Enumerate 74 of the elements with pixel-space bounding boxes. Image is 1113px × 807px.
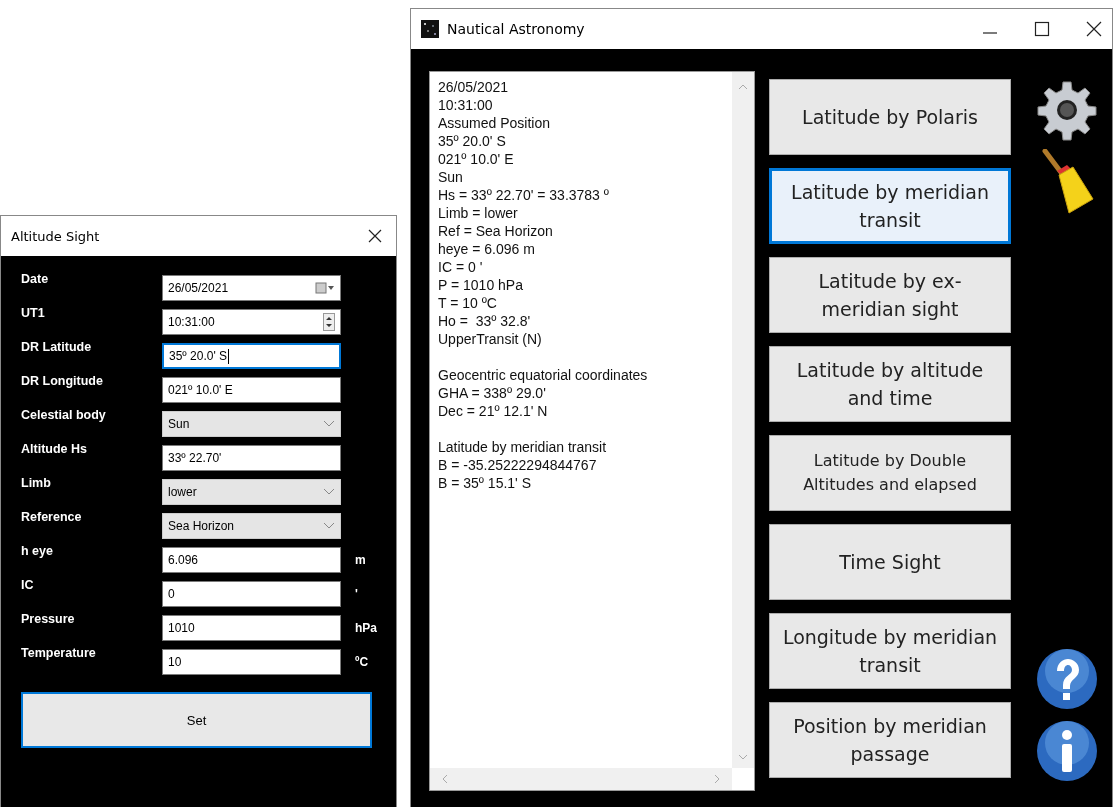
action-button[interactable]: Latitude by Double Altitudes and elapsed	[769, 435, 1011, 511]
output-line: 021º 10.0' E	[438, 150, 515, 168]
field-label: DR Longitude	[21, 373, 104, 388]
output-line: Ho = 33º 32.8'	[438, 312, 532, 330]
chevron-down-icon	[323, 522, 335, 530]
field-label: Pressure	[21, 611, 76, 626]
output-line: 35º 20.0' S	[438, 132, 507, 150]
close-icon[interactable]	[1086, 21, 1102, 37]
field-label: DR Latitude	[21, 339, 93, 354]
output-line: P = 1010 hPa	[438, 276, 524, 294]
output-line: Dec = 21º 12.1' N	[438, 402, 549, 420]
input-field[interactable]: 35º 20.0' S	[162, 343, 341, 369]
field-label: h eye	[21, 543, 54, 558]
output-line: Latitude by meridian transit	[438, 438, 608, 456]
output-line: IC = 0 '	[438, 258, 484, 276]
field-label: Date	[21, 271, 50, 286]
info-icon[interactable]	[1035, 719, 1099, 783]
action-button[interactable]: Longitude by meridian transit	[769, 613, 1011, 689]
help-icon[interactable]	[1035, 647, 1099, 711]
time-spinner[interactable]: 10:31:00	[162, 309, 341, 335]
unit-label: ºC	[355, 655, 369, 669]
output-text-area[interactable]	[429, 71, 755, 791]
action-button[interactable]: Time Sight	[769, 524, 1011, 600]
action-button[interactable]: Latitude by Polaris	[769, 79, 1011, 155]
output-line: T = 10 ºC	[438, 294, 498, 312]
input-field[interactable]: 10	[162, 649, 341, 675]
output-line: Ref = Sea Horizon	[438, 222, 554, 240]
input-field[interactable]: 0	[162, 581, 341, 607]
output-line: B = 35º 15.1' S	[438, 474, 533, 492]
calendar-dropdown-icon[interactable]	[315, 282, 335, 294]
field-label: Reference	[21, 509, 83, 524]
field-label: UT1	[21, 305, 46, 320]
input-field[interactable]: 33º 22.70'	[162, 445, 341, 471]
output-line: 26/05/2021	[438, 78, 510, 96]
output-line: GHA = 338º 29.0'	[438, 384, 547, 402]
date-picker[interactable]: 26/05/2021	[162, 275, 341, 301]
window-title: Altitude Sight	[11, 228, 100, 244]
field-label: IC	[21, 577, 35, 592]
action-button[interactable]: Latitude by altitude and time	[769, 346, 1011, 422]
unit-label: '	[355, 587, 358, 601]
dropdown[interactable]: Sea Horizon	[162, 513, 341, 539]
field-label: Limb	[21, 475, 52, 490]
action-button[interactable]: Latitude by meridian transit	[769, 168, 1011, 244]
field-label: Celestial body	[21, 407, 107, 422]
window-title: Nautical Astronomy	[447, 21, 585, 37]
chevron-down-icon	[323, 488, 335, 496]
output-line: B = -35.25222294844767	[438, 456, 598, 474]
input-field[interactable]: 1010	[162, 615, 341, 641]
output-line: heye = 6.096 m	[438, 240, 536, 258]
chevron-down-icon	[323, 420, 335, 428]
dropdown[interactable]: lower	[162, 479, 341, 505]
app-icon	[421, 20, 439, 38]
dropdown[interactable]: Sun	[162, 411, 341, 437]
broom-icon[interactable]	[1039, 149, 1095, 215]
output-line: Limb = lower	[438, 204, 519, 222]
output-line: 10:31:00	[438, 96, 494, 114]
output-line: Geocentric equatorial coordinates	[438, 366, 649, 384]
unit-label: hPa	[355, 621, 377, 635]
output-line: Assumed Position	[438, 114, 552, 132]
output-line: Sun	[438, 168, 464, 186]
input-field[interactable]: 021º 10.0' E	[162, 377, 341, 403]
output-line: Hs = 33º 22.70' = 33.3783 º	[438, 186, 610, 204]
maximize-icon[interactable]	[1034, 21, 1050, 37]
set-button[interactable]: Set	[21, 692, 372, 748]
field-label: Altitude Hs	[21, 441, 88, 456]
close-icon[interactable]	[368, 229, 382, 243]
action-button[interactable]: Position by meridian passage	[769, 702, 1011, 778]
field-label: Temperature	[21, 645, 97, 660]
unit-label: m	[355, 553, 366, 567]
spinner-arrows-icon[interactable]	[323, 313, 335, 331]
action-button[interactable]: Latitude by ex-meridian sight	[769, 257, 1011, 333]
input-field[interactable]: 6.096	[162, 547, 341, 573]
settings-icon[interactable]	[1036, 79, 1098, 141]
output-line: UpperTransit (N)	[438, 330, 543, 348]
